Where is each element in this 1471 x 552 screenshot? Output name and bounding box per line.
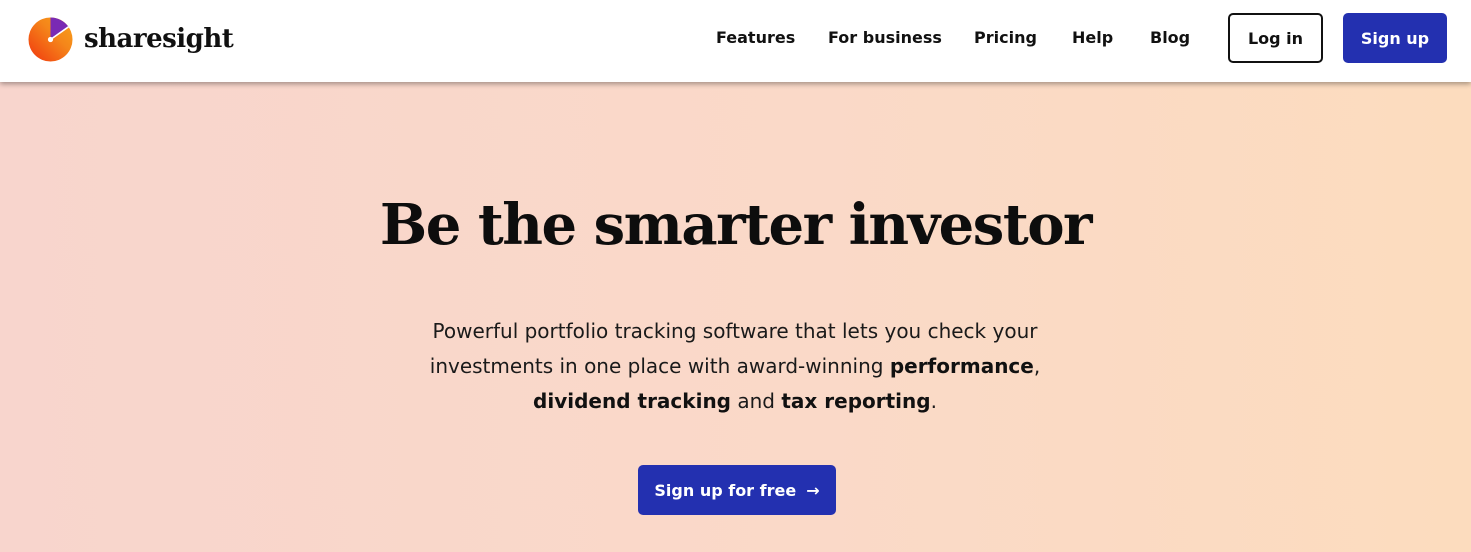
nav-blog-link[interactable]: Blog — [1150, 28, 1190, 47]
brand-name: sharesight — [84, 24, 234, 54]
hero-description: Powerful portfolio tracking software tha… — [405, 314, 1065, 419]
gauge-dial-icon — [28, 16, 73, 61]
hero-desc-text-2: , — [1033, 354, 1041, 378]
signup-free-button[interactable]: Sign up for free → — [638, 465, 836, 515]
login-button-label: Log in — [1247, 28, 1304, 48]
hero-desc-text-4: . — [930, 389, 937, 413]
hero-section: Be the smarter investor Powerful portfol… — [0, 82, 1471, 552]
nav-help-link[interactable]: Help — [1072, 28, 1113, 47]
arrow-right-icon: → — [806, 480, 820, 500]
hero-desc-tax-reporting: tax reporting — [781, 389, 931, 413]
nav-pricing-link[interactable]: Pricing — [974, 28, 1037, 47]
signup-free-button-label: Sign up for free — [654, 480, 797, 500]
nav-for-business-link[interactable]: For business — [828, 28, 942, 47]
signup-button-label: Sign up — [1360, 28, 1430, 48]
hero-desc-performance: performance — [889, 354, 1034, 378]
hero-title: Be the smarter investor — [379, 192, 1093, 258]
hero-desc-text-3: and — [731, 389, 782, 413]
login-button[interactable]: Log in — [1228, 13, 1323, 63]
hero-desc-dividend-tracking: dividend tracking — [533, 389, 731, 413]
site-header: sharesight Features For business Pricing… — [0, 0, 1471, 82]
signup-button[interactable]: Sign up — [1343, 13, 1447, 63]
brand-logo[interactable]: sharesight — [28, 16, 234, 62]
nav-features-link[interactable]: Features — [716, 28, 795, 47]
